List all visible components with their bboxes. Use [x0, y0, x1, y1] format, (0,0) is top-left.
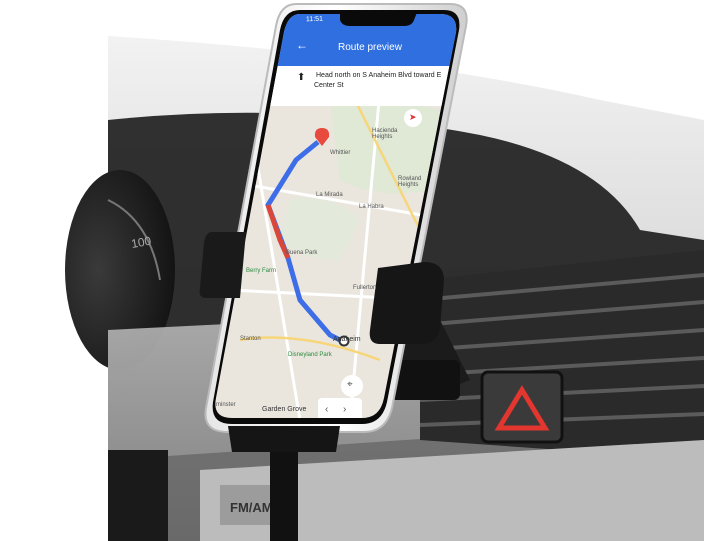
car-phone-mount-photo: 100 FM/AM: [65, 3, 704, 541]
chevron-right-icon[interactable]: ›: [343, 404, 346, 415]
map-label-fullerton: Fullerton: [353, 285, 377, 291]
radio-label: FM/AM: [230, 500, 273, 515]
right-clamp: [369, 262, 444, 344]
back-arrow-icon[interactable]: ←: [296, 38, 308, 52]
phone-notch: [340, 10, 418, 26]
hazard-button[interactable]: [480, 370, 564, 444]
nav-instruction-line2: Center St: [314, 82, 344, 89]
map-label-buena-park: Buena Park: [286, 250, 318, 256]
map-label-knotts: Berry Farm: [246, 268, 276, 274]
map-label-stanton: Stanton: [240, 336, 261, 342]
map-label-la-habra: La Habra: [359, 204, 384, 210]
left-clamp: [199, 232, 246, 298]
charging-cable: [270, 440, 298, 541]
bottom-cradle: [228, 426, 340, 452]
map-label-rowland: Rowland Heights: [398, 176, 422, 188]
status-time: 11:51: [305, 15, 324, 24]
chevron-left-icon[interactable]: ‹: [325, 404, 328, 415]
map-label-westminster: minster: [216, 402, 236, 408]
map-label-hacienda: Hacienda Heights: [372, 128, 398, 140]
map-label-whittier: Whittier: [330, 150, 351, 156]
map-label-la-mirada: La Mirada: [316, 192, 343, 198]
north-arrow-icon: ⬆: [297, 72, 306, 83]
nav-title: Route preview: [338, 42, 402, 53]
nav-instruction-line1: Head north on S Anaheim Blvd toward E: [316, 72, 442, 79]
map-label-anaheim: Anaheim: [333, 336, 361, 343]
compass-icon: ➤: [409, 112, 417, 122]
locate-me-icon: ⌖: [347, 379, 353, 390]
map-label-garden-grove: Garden Grove: [262, 406, 307, 413]
map-label-disneyland: Disneyland Park: [288, 352, 332, 358]
